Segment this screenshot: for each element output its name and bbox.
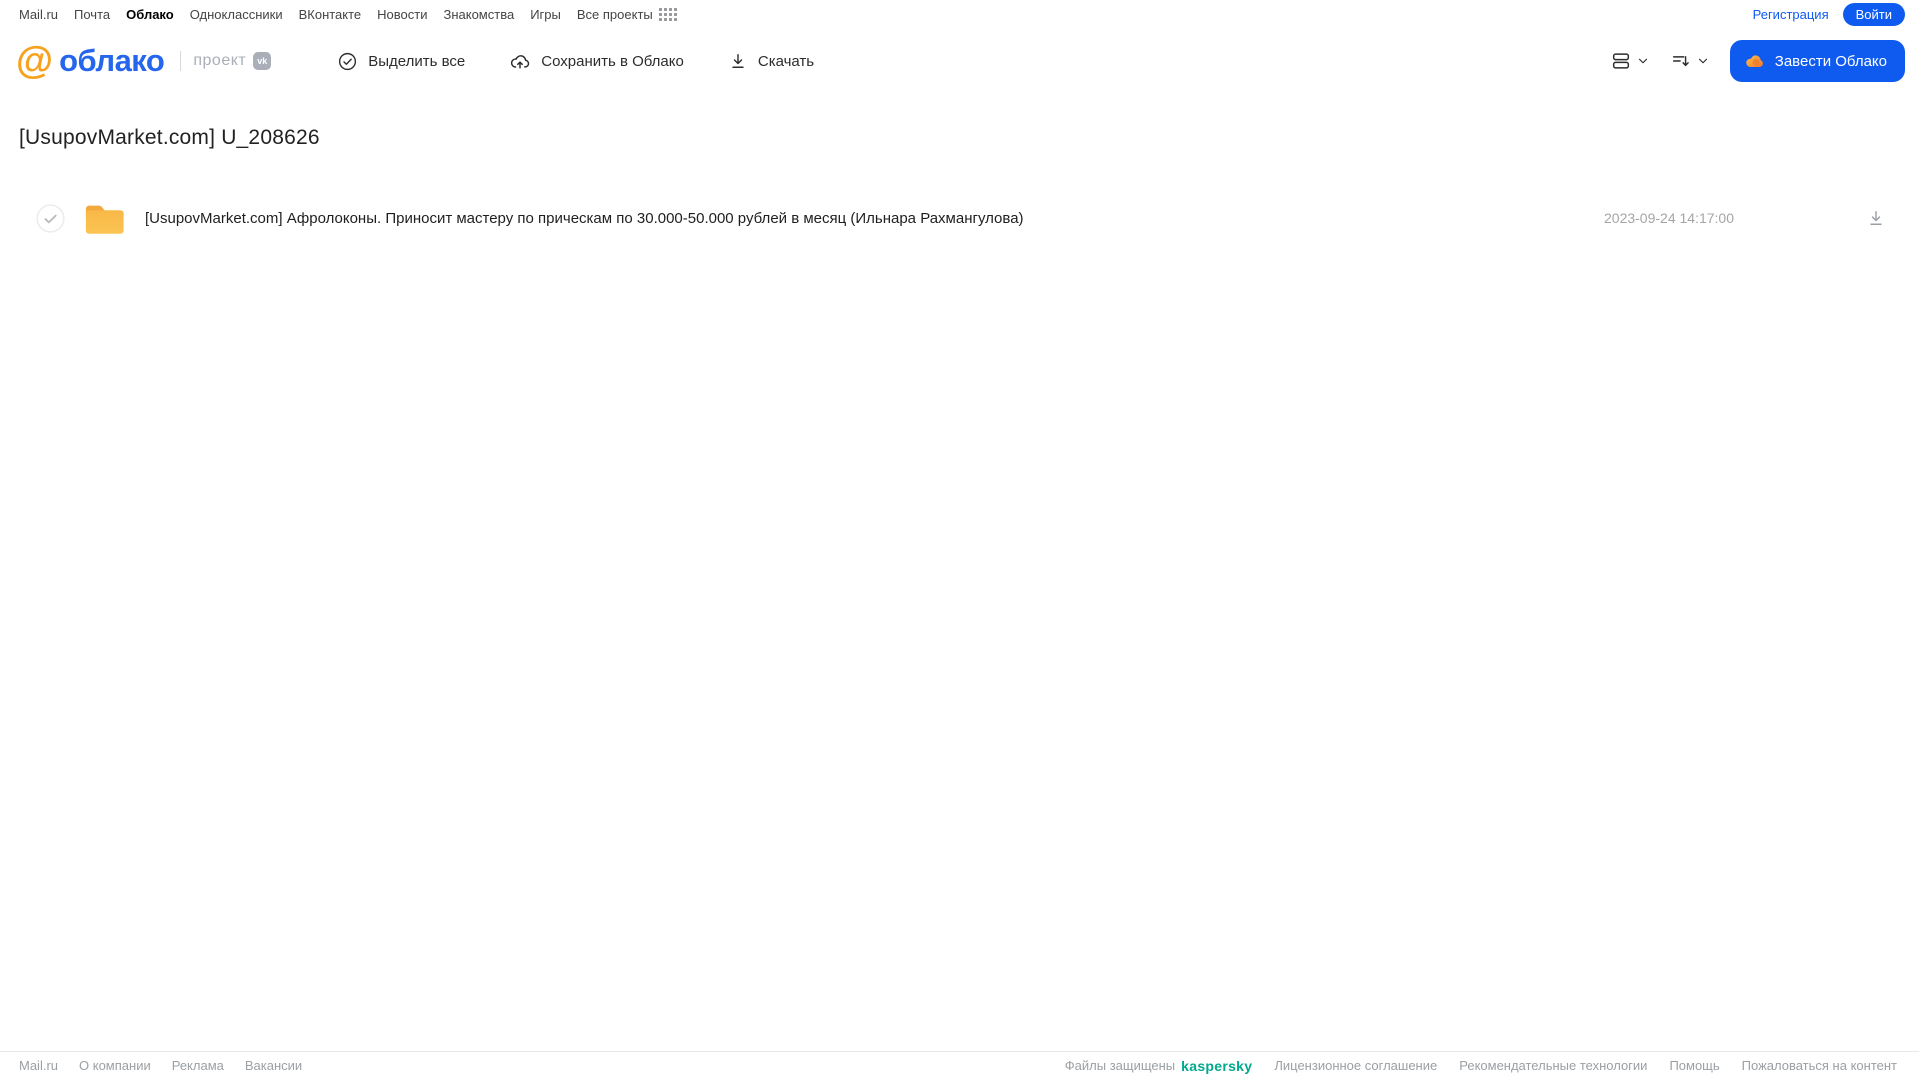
nav-item-vkontakte[interactable]: ВКонтакте [299, 7, 362, 22]
vk-badge-icon: vk [253, 52, 272, 70]
download-button[interactable]: Скачать [728, 51, 814, 71]
footer-right-links: Файлы защищены kaspersky Лицензионное со… [1065, 1058, 1897, 1074]
file-row[interactable]: [UsupovMarket.com] Афролоконы. Приносит … [0, 198, 1919, 238]
save-to-cloud-button[interactable]: Сохранить в Облако [509, 50, 684, 72]
register-link[interactable]: Регистрация [1753, 7, 1829, 22]
view-mode-icon [1612, 53, 1629, 69]
header-right-controls: Завести Облако [1610, 40, 1905, 82]
page-title: [UsupovMarket.com] U_208626 [19, 126, 320, 149]
portal-nav-auth: Регистрация Войти [1753, 2, 1905, 26]
logo-divider [180, 51, 182, 71]
page-footer: Mail.ru О компании Реклама Вакансии Файл… [0, 1051, 1919, 1079]
footer-link-about[interactable]: О компании [79, 1058, 151, 1073]
save-to-cloud-label: Сохранить в Облако [541, 52, 684, 70]
footer-link-help[interactable]: Помощь [1669, 1058, 1719, 1073]
select-all-label: Выделить все [368, 52, 466, 70]
login-button[interactable]: Войти [1842, 2, 1905, 26]
app-header: @ облако проект vk Выделить все Сохранит… [0, 28, 1919, 94]
logo-text: облако [59, 43, 165, 78]
footer-left-links: Mail.ru О компании Реклама Вакансии [19, 1058, 302, 1073]
nav-item-all-projects[interactable]: Все проекты [577, 7, 677, 22]
row-download-icon[interactable] [1866, 208, 1886, 228]
project-label: проект [193, 52, 247, 69]
sort-icon [1672, 56, 1689, 67]
get-cloud-label: Завести Облако [1774, 52, 1887, 70]
footer-link-recommendation-tech[interactable]: Рекомендательные технологии [1459, 1058, 1647, 1073]
nav-item-oblako[interactable]: Облако [126, 7, 174, 22]
footer-link-report-content[interactable]: Пожаловаться на контент [1742, 1058, 1897, 1073]
folder-icon [85, 205, 124, 234]
portal-navbar: Mail.ru Почта Облако Одноклассники ВКонт… [0, 0, 1919, 28]
mailru-at-icon: @ [16, 40, 54, 82]
nav-item-znakomstva[interactable]: Знакомства [443, 7, 514, 22]
sort-dropdown[interactable] [1670, 50, 1710, 72]
footer-link-license[interactable]: Лицензионное соглашение [1274, 1058, 1437, 1073]
nav-item-mailru[interactable]: Mail.ru [19, 7, 58, 22]
chevron-down-icon [1638, 58, 1647, 64]
nav-item-novosti[interactable]: Новости [377, 7, 427, 22]
file-name[interactable]: [UsupovMarket.com] Афролоконы. Приносит … [145, 210, 1604, 227]
nav-item-pochta[interactable]: Почта [74, 7, 110, 22]
grid-icon [658, 7, 677, 21]
checkbox-circle-icon[interactable] [36, 203, 65, 233]
portal-nav-links: Mail.ru Почта Облако Одноклассники ВКонт… [19, 7, 677, 22]
check-circle-icon [339, 52, 357, 70]
chevron-down-icon [1698, 58, 1707, 64]
footer-link-jobs[interactable]: Вакансии [245, 1058, 302, 1073]
get-cloud-button[interactable]: Завести Облако [1729, 40, 1905, 82]
footer-link-ads[interactable]: Реклама [172, 1058, 224, 1073]
kaspersky-logo[interactable]: kaspersky [1181, 1058, 1252, 1074]
all-projects-label: Все проекты [576, 6, 653, 22]
kaspersky-protected: Файлы защищены kaspersky [1065, 1058, 1253, 1074]
download-icon [732, 54, 744, 68]
protected-label: Файлы защищены [1064, 1058, 1176, 1073]
select-all-button[interactable]: Выделить все [337, 51, 465, 72]
download-label: Скачать [757, 52, 815, 70]
cloud-upload-icon [511, 55, 530, 69]
cloud-logo[interactable]: @ облако проект vk [16, 40, 272, 82]
nav-item-odnoklassniki[interactable]: Одноклассники [190, 7, 283, 22]
file-toolbar: Выделить все Сохранить в Облако Скачать [337, 50, 814, 72]
file-date: 2023-09-24 14:17:00 [1604, 210, 1734, 226]
cloud-icon [1746, 55, 1763, 67]
footer-link-mailru[interactable]: Mail.ru [19, 1058, 58, 1073]
nav-item-igry[interactable]: Игры [530, 7, 561, 22]
view-mode-dropdown[interactable] [1610, 50, 1650, 72]
